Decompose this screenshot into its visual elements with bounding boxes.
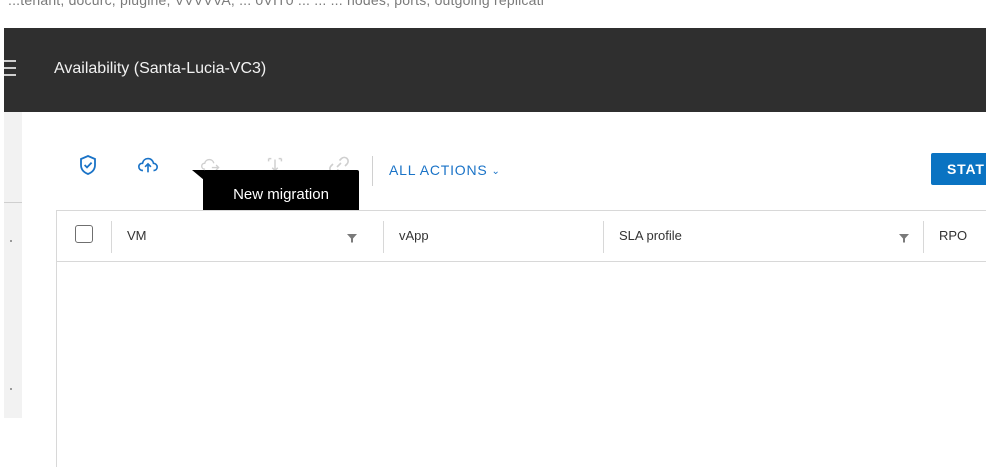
grid-header: VM vApp SLA profile RPO <box>57 211 986 262</box>
shield-check-icon[interactable] <box>77 154 99 176</box>
column-vm-label: VM <box>127 228 147 243</box>
left-panel-divider <box>4 202 22 203</box>
left-panel-marker <box>10 388 12 390</box>
filter-icon[interactable] <box>346 232 358 244</box>
column-sla-profile[interactable]: SLA profile <box>603 211 923 261</box>
left-panel-marker <box>10 240 12 242</box>
column-rpo[interactable]: RPO <box>923 211 986 261</box>
menu-icon[interactable] <box>4 60 18 78</box>
start-button[interactable]: STAT <box>931 153 986 185</box>
chevron-down-icon: ⌄ <box>491 166 501 177</box>
filter-icon[interactable] <box>898 232 910 244</box>
vm-grid: VM vApp SLA profile RPO <box>56 210 986 467</box>
select-all-checkbox[interactable] <box>75 225 93 243</box>
column-vapp[interactable]: vApp <box>383 211 603 261</box>
column-sla-profile-label: SLA profile <box>619 228 682 243</box>
cloud-upload-icon[interactable] <box>137 154 159 176</box>
toolbar-divider <box>372 156 373 186</box>
column-vapp-label: vApp <box>399 228 429 243</box>
all-actions-label: ALL ACTIONS <box>389 162 488 178</box>
left-panel <box>4 112 22 418</box>
top-text-strip: ...tenant, docurc, plugine, VVVVVA, ... … <box>0 0 986 28</box>
column-rpo-label: RPO <box>939 228 968 243</box>
top-strip-text: ...tenant, docurc, plugine, VVVVVA, ... … <box>8 0 545 8</box>
main-content: ALL ACTIONS ⌄ STAT New migration VM vApp … <box>22 112 986 467</box>
column-vm[interactable]: VM <box>111 211 383 261</box>
page-title: Availability (Santa-Lucia-VC3) <box>54 60 267 77</box>
app-header: Availability (Santa-Lucia-VC3) <box>4 28 986 112</box>
all-actions-dropdown[interactable]: ALL ACTIONS ⌄ <box>389 162 501 178</box>
